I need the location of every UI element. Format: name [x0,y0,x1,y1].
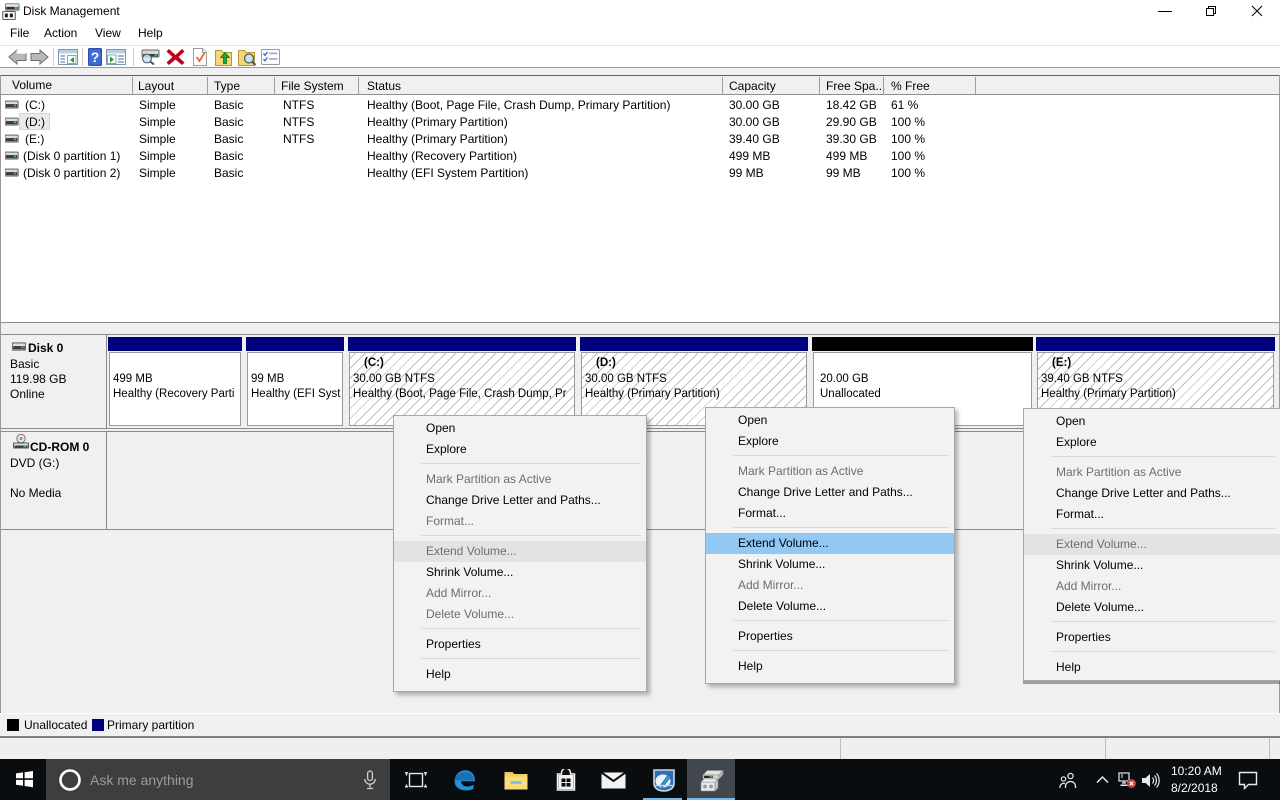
svg-text:?: ? [91,49,100,65]
